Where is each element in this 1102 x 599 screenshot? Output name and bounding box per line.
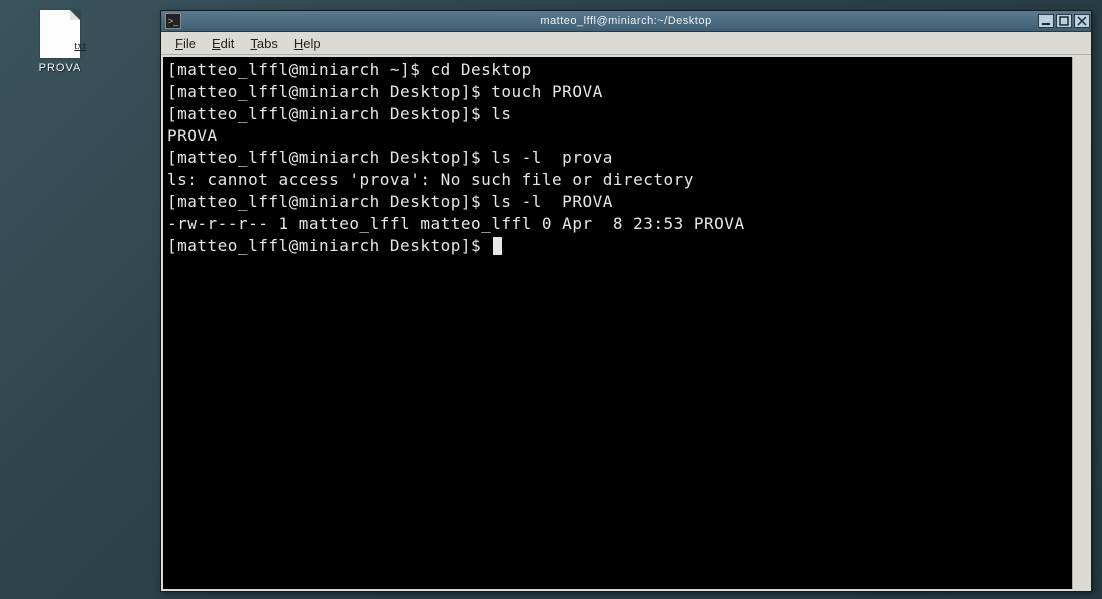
terminal-app-icon: >_ [165,13,181,29]
desktop-file-icon[interactable]: txt PROVA [30,10,90,74]
close-icon [1077,16,1087,26]
terminal-prompt-line: [matteo_lffl@miniarch Desktop]$ [167,235,1068,257]
menubar: FileEditTabsHelp [161,32,1091,55]
terminal-line: ls: cannot access 'prova': No such file … [167,169,1068,191]
window-titlebar[interactable]: >_ matteo_lffl@miniarch:~/Desktop [161,11,1091,32]
menu-tabs[interactable]: Tabs [242,34,285,53]
terminal-line: [matteo_lffl@miniarch Desktop]$ ls -l PR… [167,191,1068,213]
terminal-line: PROVA [167,125,1068,147]
minimize-icon [1041,16,1051,26]
terminal-cursor [493,237,502,255]
terminal-window: >_ matteo_lffl@miniarch:~/Desktop FileEd… [160,10,1092,592]
terminal-line: [matteo_lffl@miniarch Desktop]$ touch PR… [167,81,1068,103]
maximize-icon [1059,16,1069,26]
desktop-file-label: PROVA [30,62,90,74]
desktop: txt PROVA >_ matteo_lffl@miniarch:~/Desk… [0,0,1102,599]
terminal-line: [matteo_lffl@miniarch Desktop]$ ls [167,103,1068,125]
minimize-button[interactable] [1038,14,1054,28]
terminal-line: -rw-r--r-- 1 matteo_lffl matteo_lffl 0 A… [167,213,1068,235]
terminal-output[interactable]: [matteo_lffl@miniarch ~]$ cd Desktop[mat… [163,57,1072,589]
terminal-line: [matteo_lffl@miniarch Desktop]$ ls -l pr… [167,147,1068,169]
maximize-button[interactable] [1056,14,1072,28]
file-type-label: txt [60,40,100,52]
menu-help[interactable]: Help [286,34,329,53]
close-button[interactable] [1074,14,1090,28]
menu-edit[interactable]: Edit [204,34,242,53]
text-file-icon: txt [40,10,80,58]
menu-file[interactable]: File [167,34,204,53]
terminal-area: [matteo_lffl@miniarch ~]$ cd Desktop[mat… [161,55,1091,591]
terminal-scrollbar[interactable] [1072,57,1089,589]
terminal-line: [matteo_lffl@miniarch ~]$ cd Desktop [167,59,1068,81]
window-title: matteo_lffl@miniarch:~/Desktop [161,15,1091,27]
